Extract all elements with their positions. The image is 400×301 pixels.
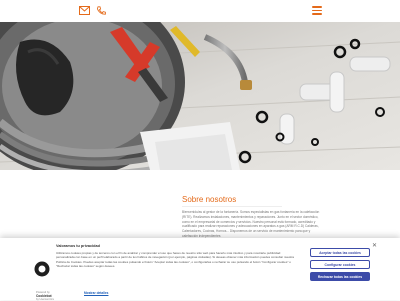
about-title: Sobre nosotros [182, 195, 237, 204]
menu-icon[interactable] [312, 6, 322, 15]
menu-bar [312, 9, 322, 12]
contact-icons [79, 6, 107, 15]
about-divider [182, 206, 282, 207]
cookie-text: Utilizamos cookies propias y de terceros… [56, 251, 294, 268]
phone-icon[interactable] [96, 6, 107, 15]
menu-bar [312, 13, 322, 15]
cookie-title: Valoramos tu privacidad [56, 244, 100, 248]
reject-all-cookies-button[interactable]: Rechazar todas las cookies [310, 272, 370, 281]
menu-bar [312, 6, 322, 8]
show-details-link[interactable]: Mostrar detalles [84, 291, 108, 295]
hero-image [0, 22, 400, 170]
about-text: Bienvenido/as al gestor de la fontanería… [182, 210, 320, 238]
accept-all-cookies-button[interactable]: Aceptar todas las cookies [310, 248, 370, 257]
cookiebot-shield-icon [34, 261, 50, 277]
close-icon[interactable]: ✕ [372, 242, 377, 249]
top-header [0, 0, 400, 23]
configure-cookies-button[interactable]: Configurar cookies [310, 260, 370, 269]
email-icon[interactable] [79, 6, 90, 15]
plumbing-tools-image [0, 22, 400, 170]
